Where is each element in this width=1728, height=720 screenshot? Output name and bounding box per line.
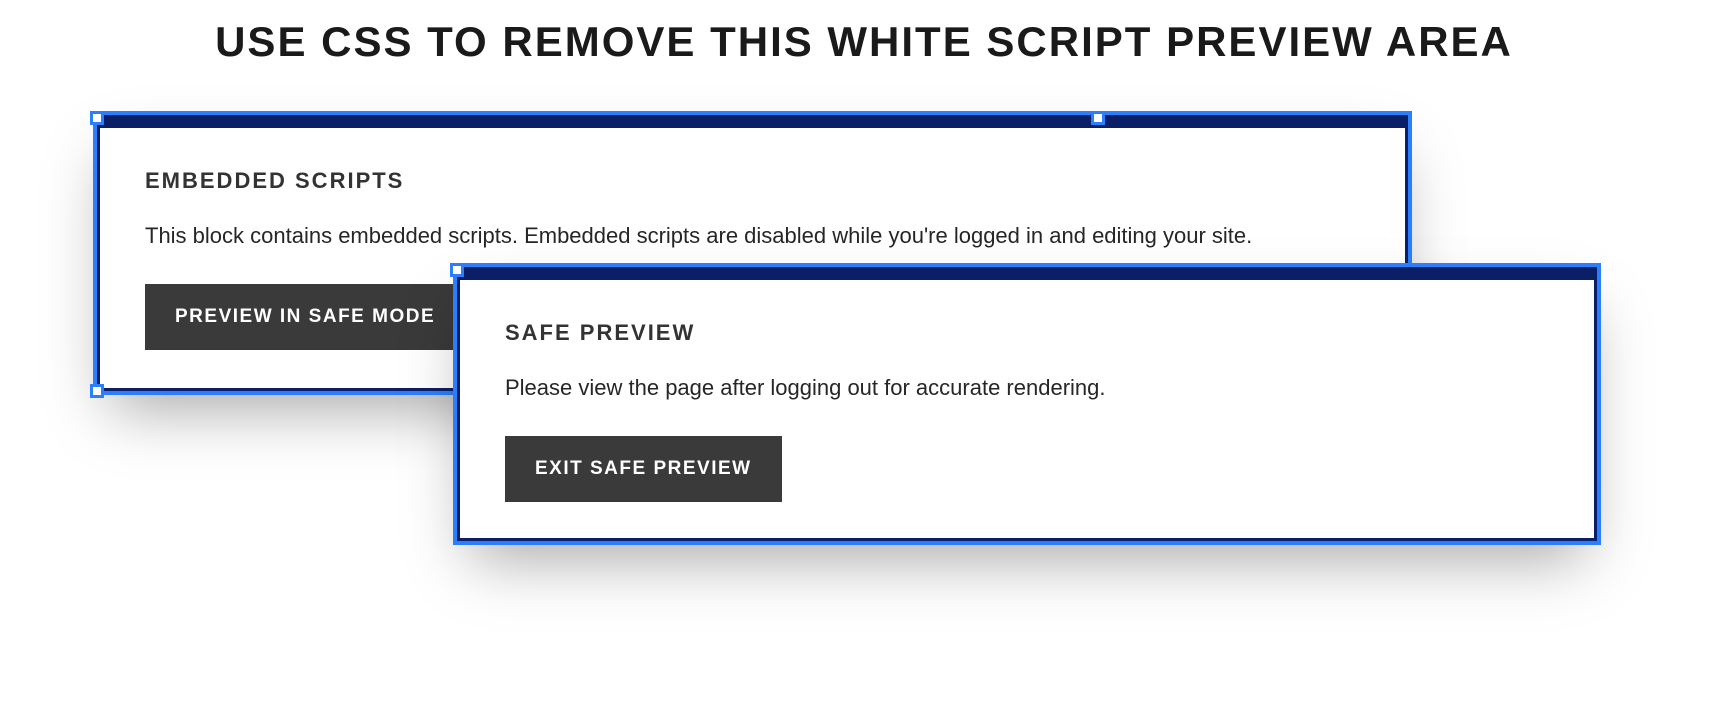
embedded-scripts-description: This block contains embedded scripts. Em… — [145, 220, 1360, 252]
safe-preview-block[interactable]: SAFE PREVIEW Please view the page after … — [460, 270, 1594, 538]
resize-handle-top-left-icon[interactable] — [450, 263, 464, 277]
page-heading: USE CSS TO REMOVE THIS WHITE SCRIPT PREV… — [0, 18, 1728, 66]
safe-preview-content: SAFE PREVIEW Please view the page after … — [460, 280, 1594, 547]
exit-safe-preview-button[interactable]: EXIT SAFE PREVIEW — [505, 436, 782, 502]
safe-preview-title: SAFE PREVIEW — [505, 320, 1549, 346]
preview-in-safe-mode-button[interactable]: PREVIEW IN SAFE MODE — [145, 284, 465, 350]
resize-handle-top-left-icon[interactable] — [90, 111, 104, 125]
resize-handle-bottom-left-icon[interactable] — [90, 384, 104, 398]
embedded-scripts-title: EMBEDDED SCRIPTS — [145, 168, 1360, 194]
resize-handle-top-right-icon[interactable] — [1091, 111, 1105, 125]
safe-preview-description: Please view the page after logging out f… — [505, 372, 1549, 404]
canvas: USE CSS TO REMOVE THIS WHITE SCRIPT PREV… — [0, 0, 1728, 720]
